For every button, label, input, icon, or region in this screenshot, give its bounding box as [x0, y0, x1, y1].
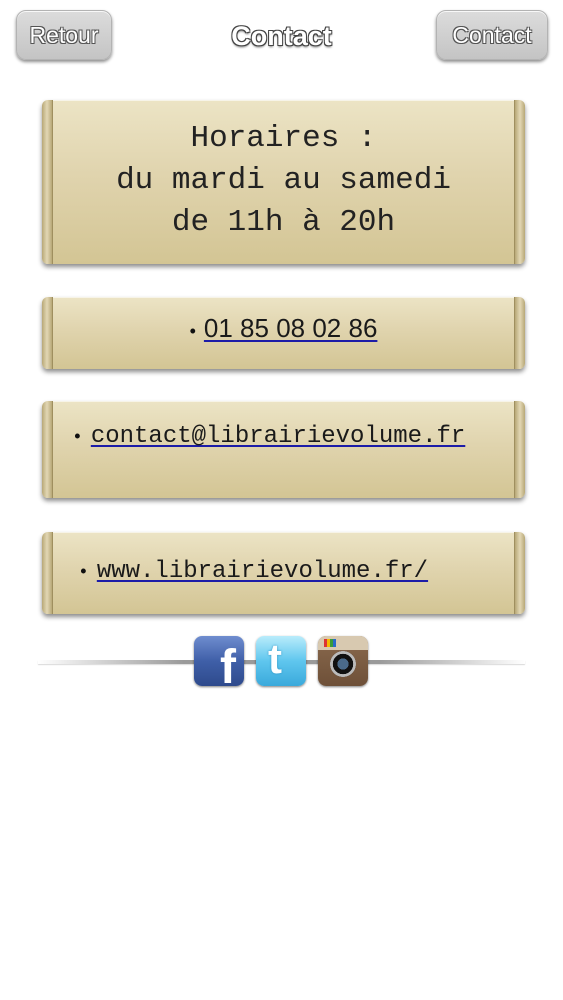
instagram-lens: [330, 651, 356, 677]
website-row: • www.librairievolume.fr/: [42, 558, 525, 585]
phone-link[interactable]: 01 85 08 02 86: [204, 313, 378, 343]
phone-row: • 01 85 08 02 86: [42, 313, 525, 344]
website-card: • www.librairievolume.fr/: [42, 532, 525, 614]
opening-hours-card: Horaires : du mardi au samedi de 11h à 2…: [42, 100, 525, 264]
contact-screen: Retour Contact Contact Horaires : du mar…: [0, 0, 563, 1000]
bullet: •: [189, 321, 196, 341]
instagram-icon[interactable]: [318, 636, 368, 686]
opening-hours-text: Horaires : du mardi au samedi de 11h à 2…: [42, 118, 525, 244]
email-link[interactable]: contact@librairievolume.fr: [91, 423, 465, 450]
email-row: • contact@librairievolume.fr: [42, 423, 525, 450]
bullet: •: [72, 428, 83, 448]
hours-days: du mardi au samedi: [116, 163, 451, 198]
email-card: • contact@librairievolume.fr: [42, 401, 525, 498]
facebook-icon[interactable]: f: [194, 636, 244, 686]
contact-button[interactable]: Contact: [436, 10, 548, 60]
facebook-glyph: f: [220, 641, 236, 687]
hours-heading: Horaires :: [190, 121, 377, 156]
bullet: •: [78, 563, 89, 583]
phone-card: • 01 85 08 02 86: [42, 297, 525, 369]
twitter-icon[interactable]: t: [256, 636, 306, 686]
twitter-glyph: t: [268, 636, 282, 682]
hours-times: de 11h à 20h: [171, 205, 396, 240]
instagram-stripes: [324, 639, 336, 647]
website-link[interactable]: www.librairievolume.fr/: [97, 558, 428, 585]
social-links: f t: [194, 636, 374, 688]
